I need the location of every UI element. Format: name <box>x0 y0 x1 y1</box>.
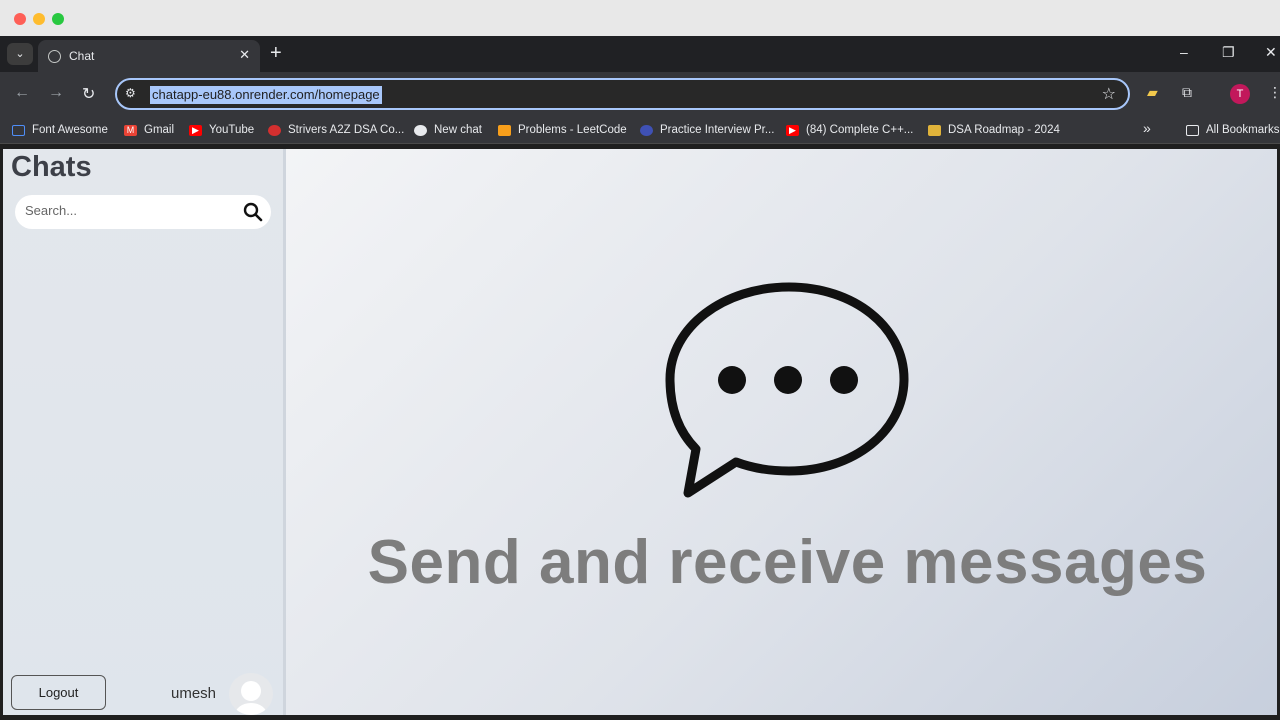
extension-icon[interactable]: ▰ <box>1147 84 1158 101</box>
folder-icon <box>1186 124 1199 136</box>
browser-toolbar: ← → ↻ ⚙ chatapp-eu88.onrender.com/homepa… <box>0 72 1280 116</box>
url-text[interactable]: chatapp-eu88.onrender.com/homepage <box>150 86 382 104</box>
bookmark-item[interactable]: DSA Roadmap - 2024 <box>928 122 1060 138</box>
tab-title: Chat <box>69 49 95 63</box>
bookmark-item[interactable]: New chat <box>414 122 482 138</box>
forward-arrow-icon[interactable]: → <box>48 84 64 102</box>
leetcode-icon <box>498 124 511 136</box>
search-input[interactable] <box>25 203 225 218</box>
bookmark-item[interactable]: Practice Interview Pr... <box>640 122 774 138</box>
all-bookmarks-button[interactable]: All Bookmarks <box>1186 122 1280 138</box>
reload-icon[interactable]: ↻ <box>82 84 95 104</box>
new-tab-button[interactable]: + <box>270 42 282 65</box>
tab-chat[interactable]: Chat ✕ <box>38 40 260 72</box>
tagline: Send and receive messages <box>367 528 1208 597</box>
tuf-icon <box>268 124 281 136</box>
logout-button[interactable]: Logout <box>11 675 106 710</box>
bookmark-item[interactable]: Strivers A2Z DSA Co... <box>268 122 404 138</box>
zoom-window-button[interactable] <box>52 13 64 25</box>
chatgpt-icon <box>414 124 427 136</box>
bookmark-item[interactable]: Font Awesome <box>12 122 108 138</box>
minimize-window-button[interactable] <box>33 13 45 25</box>
search-box <box>15 195 271 229</box>
interview-icon <box>640 124 653 136</box>
medal-icon <box>928 124 941 136</box>
restore-icon[interactable]: ❐ <box>1222 44 1235 61</box>
chat-app: Chats Logout umesh Send and receive mess… <box>3 149 1277 715</box>
youtube-icon: ▶ <box>786 124 799 136</box>
site-info-icon[interactable]: ⚙ <box>125 86 136 100</box>
chats-sidebar: Chats Logout umesh <box>3 149 286 715</box>
bookmarks-bar: Font Awesome M Gmail ▶ YouTube Strivers A2… <box>0 116 1280 144</box>
bookmarks-overflow-button[interactable]: » <box>1143 120 1151 136</box>
close-tab-icon[interactable]: ✕ <box>239 47 250 63</box>
minimize-icon[interactable]: – <box>1180 44 1188 60</box>
bookmark-item[interactable]: Problems - LeetCode <box>498 122 627 138</box>
gmail-icon: M <box>124 124 137 136</box>
bookmark-star-icon[interactable]: ☆ <box>1102 84 1116 104</box>
tab-strip: ⌄ Chat ✕ + – ❐ ✕ <box>0 36 1280 72</box>
user-icon <box>241 681 261 701</box>
search-icon[interactable] <box>243 202 263 222</box>
bookmark-item[interactable]: M Gmail <box>124 122 174 138</box>
page-title: Chats <box>11 151 92 183</box>
window-title-bar <box>0 0 1280 36</box>
more-menu-icon[interactable]: ⋮ <box>1268 84 1280 101</box>
avatar[interactable] <box>229 673 273 715</box>
profile-avatar[interactable]: T <box>1230 84 1250 104</box>
globe-icon <box>48 50 61 63</box>
close-icon[interactable]: ✕ <box>1265 44 1277 61</box>
bookmark-item[interactable]: ▶ YouTube <box>189 122 254 138</box>
close-window-button[interactable] <box>14 13 26 25</box>
extensions-puzzle-icon[interactable]: ⧉ <box>1182 84 1192 101</box>
bookmark-item[interactable]: ▶ (84) Complete C++... <box>786 122 913 138</box>
flag-icon <box>12 124 25 136</box>
username-label: umesh <box>171 685 217 702</box>
youtube-icon: ▶ <box>189 124 202 136</box>
back-arrow-icon[interactable]: ← <box>14 84 30 102</box>
main-panel: Send and receive messages <box>286 149 1277 715</box>
tab-list-button[interactable]: ⌄ <box>7 43 33 65</box>
chat-bubble-icon <box>665 282 909 498</box>
address-bar[interactable]: ⚙ chatapp-eu88.onrender.com/homepage ☆ <box>115 78 1130 110</box>
